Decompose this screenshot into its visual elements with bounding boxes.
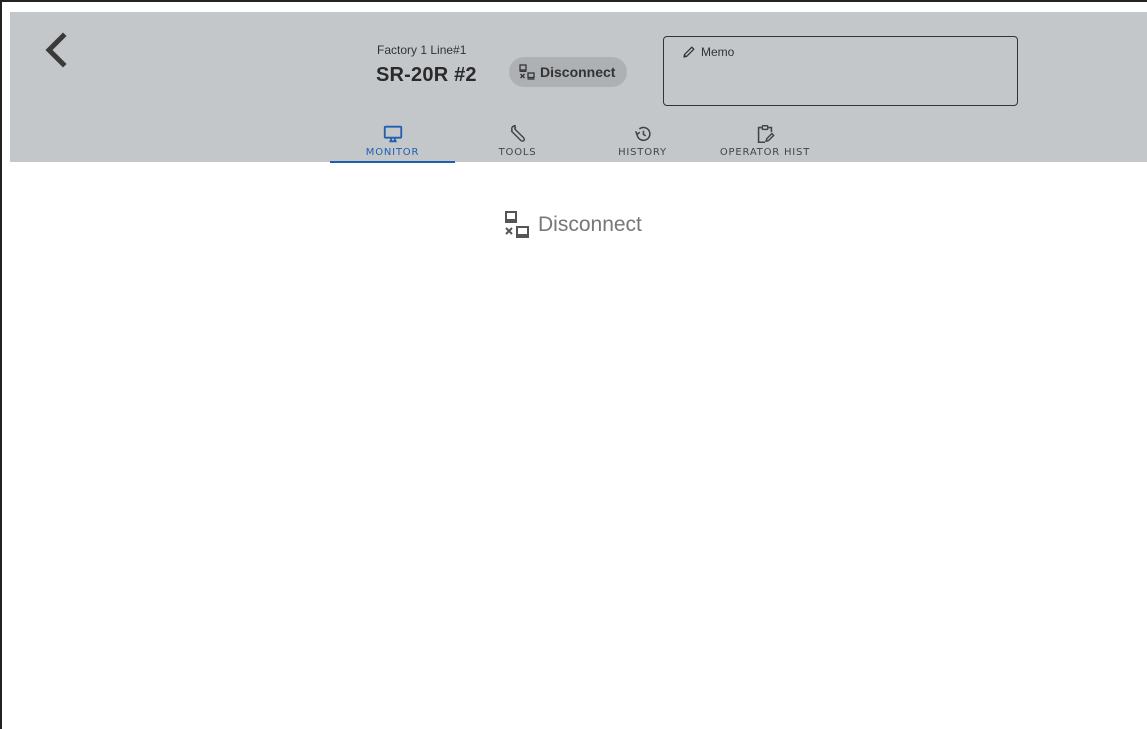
tab-operator-hist-label: OPERATOR HIST bbox=[719, 147, 811, 158]
tab-tools-label: TOOLS bbox=[498, 147, 537, 158]
status-badge: Disconnect bbox=[509, 57, 628, 87]
tab-history[interactable]: HISTORY bbox=[580, 120, 705, 162]
monitor-icon bbox=[383, 125, 402, 143]
connection-status-label: Disconnect bbox=[538, 213, 642, 236]
tab-history-label: HISTORY bbox=[618, 147, 667, 158]
app-window: Factory 1 Line#1 SR-20R #2 Disconnect Me… bbox=[0, 0, 1147, 729]
wrench-icon bbox=[510, 125, 525, 142]
tab-monitor-label: MONITOR bbox=[365, 147, 420, 158]
history-icon bbox=[634, 126, 651, 142]
tab-tools[interactable]: TOOLS bbox=[455, 120, 580, 162]
tab-operator-hist[interactable]: OPERATOR HIST bbox=[705, 120, 825, 162]
memo-label-text: Memo bbox=[701, 45, 735, 59]
chevron-left-icon bbox=[45, 32, 67, 68]
line-label: Factory 1 Line#1 bbox=[377, 43, 467, 57]
clipboard-edit-icon bbox=[757, 125, 775, 144]
machine-title: SR-20R #2 bbox=[376, 64, 477, 86]
disconnect-icon bbox=[505, 211, 529, 238]
back-button[interactable] bbox=[34, 28, 78, 72]
disconnect-icon bbox=[519, 64, 535, 80]
memo-field[interactable]: Memo bbox=[663, 36, 1018, 106]
memo-label: Memo bbox=[682, 45, 734, 59]
machine-header: Factory 1 Line#1 SR-20R #2 Disconnect Me… bbox=[10, 12, 1147, 163]
connection-status: Disconnect bbox=[502, 210, 642, 240]
tab-monitor[interactable]: MONITOR bbox=[330, 120, 455, 163]
status-badge-label: Disconnect bbox=[540, 64, 616, 80]
tab-bar: MONITOR TOOLS HISTORY OPERATOR HIST bbox=[330, 120, 825, 163]
pencil-icon bbox=[683, 46, 695, 58]
